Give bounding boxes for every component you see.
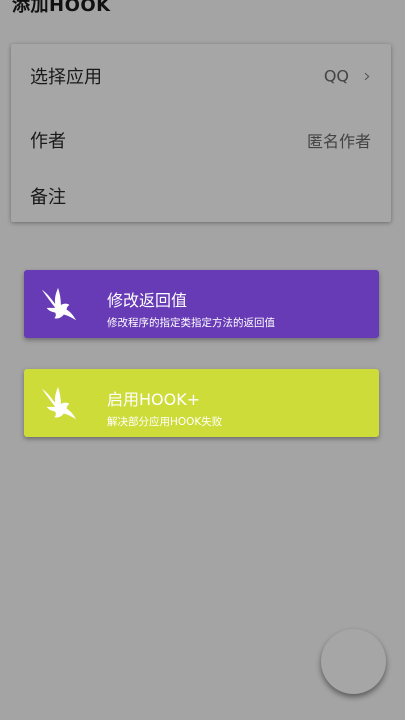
select-app-value-group: QQ	[324, 67, 371, 86]
enable-hook-plus-title: 启用HOOK+	[107, 390, 201, 409]
chevron-right-icon	[364, 72, 370, 80]
enable-hook-plus-card[interactable]: 启用HOOK+ 解决部分应用HOOK失败	[24, 369, 379, 437]
eagle-icon	[41, 386, 77, 420]
enable-hook-plus-subtitle: 解决部分应用HOOK失败	[107, 416, 223, 428]
select-app-row[interactable]: 选择应用 QQ	[11, 56, 391, 96]
author-row[interactable]: 作者 匿名作者	[11, 120, 391, 160]
floating-action-button[interactable]	[321, 629, 386, 694]
eagle-icon	[41, 287, 77, 321]
author-label: 作者	[30, 131, 66, 152]
selected-app-value: QQ	[323, 66, 349, 86]
note-label: 备注	[30, 187, 66, 208]
note-row[interactable]: 备注	[11, 176, 391, 216]
hook-form-card: 选择应用 QQ 作者 匿名作者 备注	[11, 44, 391, 222]
modify-return-value-subtitle: 修改程序的指定类指定方法的返回值	[107, 317, 275, 329]
modify-return-value-card[interactable]: 修改返回值 修改程序的指定类指定方法的返回值	[24, 270, 379, 338]
page-title: 添加HOOK	[12, 0, 111, 16]
select-app-label: 选择应用	[30, 67, 102, 88]
author-value: 匿名作者	[306, 132, 371, 151]
modify-return-value-title: 修改返回值	[107, 291, 188, 310]
